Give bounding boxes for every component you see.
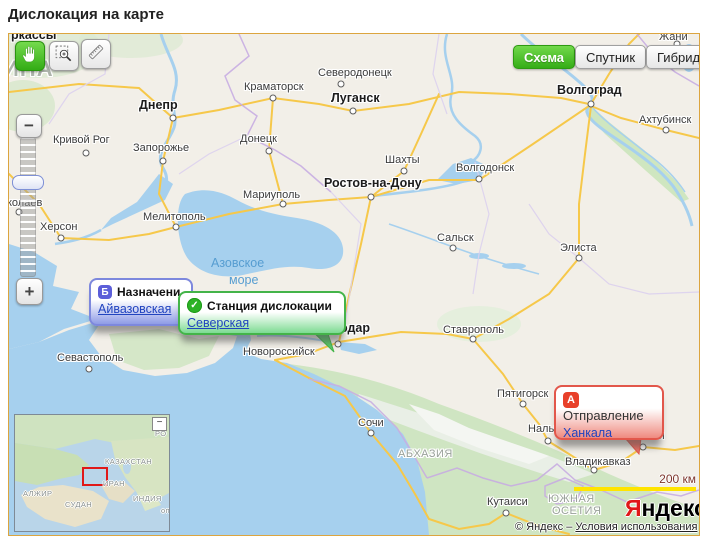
scale-label: 200 км — [574, 472, 696, 486]
marker-b-icon: Б — [98, 285, 112, 299]
logo-rest: ндекс — [642, 495, 700, 521]
map-type-satellite-button[interactable]: Спутник — [575, 45, 646, 69]
ruler-icon — [86, 42, 106, 67]
copyright: © Яндекс – Условия использования — [515, 521, 697, 533]
scale-bar — [574, 487, 696, 491]
zoom-out-button[interactable]: − — [16, 114, 42, 138]
minimap-label: оп — [161, 506, 170, 515]
zoom-select-icon — [54, 44, 74, 69]
destination-title: Назначени — [117, 285, 180, 299]
terms-link[interactable]: Условия использования — [575, 521, 697, 533]
minimap-label: ИНДИЯ — [133, 494, 162, 503]
destination-station-link[interactable]: Айвазовская — [98, 302, 171, 316]
copyright-prefix: © Яндекс – — [515, 521, 575, 533]
zoom-in-button[interactable]: + — [16, 278, 43, 305]
departure-balloon-tail — [617, 438, 647, 458]
logo-ya: Я — [625, 495, 642, 521]
station-link[interactable]: Северская — [187, 316, 249, 330]
marker-a-icon: А — [563, 392, 579, 408]
hand-tool-button[interactable] — [15, 41, 45, 71]
minimap-label: ИРАН — [103, 479, 125, 488]
minimap-collapse-button[interactable]: − — [152, 417, 167, 431]
yandex-logo[interactable]: Яндекс — [625, 495, 700, 522]
zoom-slider-track[interactable] — [20, 137, 36, 277]
hand-icon — [20, 44, 40, 69]
minimap[interactable]: − РОКАЗАХСТАНИРАНАЛЖИРСУДАНИНДИЯоп — [14, 414, 170, 532]
departure-station-link[interactable]: Ханкала — [563, 426, 612, 440]
minimap-label: АЛЖИР — [23, 489, 52, 498]
map-type-hybrid-button[interactable]: Гибрид — [646, 45, 700, 69]
map-canvas[interactable]: ркассыИНАЖаниДнепрКривой РогЗапорожьекол… — [8, 33, 700, 536]
check-icon: ✓ — [187, 298, 202, 313]
balloon-departure: А Отправление Ханкала — [554, 385, 664, 440]
minimap-label: СУДАН — [65, 500, 92, 509]
map-type-scheme-button[interactable]: Схема — [513, 45, 575, 69]
zoom-select-tool-button[interactable] — [49, 41, 79, 71]
balloon-station: ✓ Станция дислокации Северская — [178, 291, 346, 335]
zoom-slider-handle[interactable] — [12, 175, 44, 190]
page-title: Дислокация на карте — [8, 6, 164, 23]
station-title: Станция дислокации — [207, 299, 332, 313]
departure-title: Отправление — [563, 408, 655, 423]
minimap-label: КАЗАХСТАН — [105, 457, 152, 466]
ruler-tool-button[interactable] — [81, 39, 111, 69]
